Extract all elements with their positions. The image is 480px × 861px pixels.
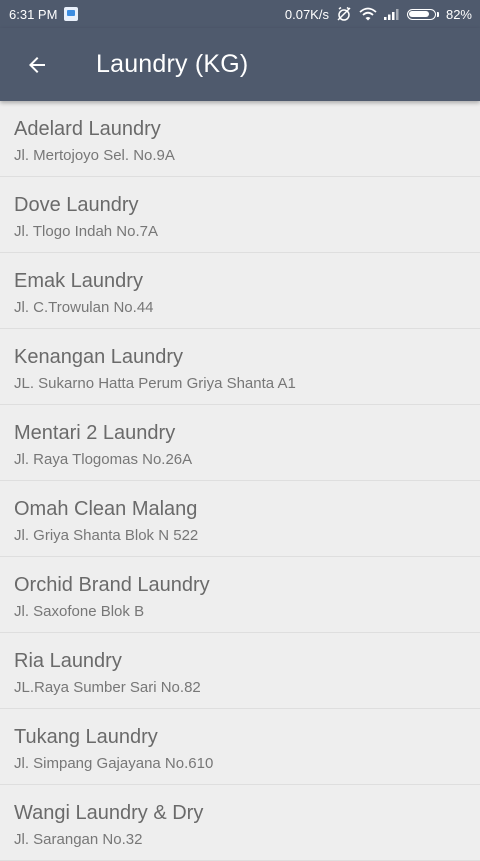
battery-icon	[406, 8, 439, 20]
status-time: 6:31 PM	[9, 6, 58, 22]
laundry-address: Jl. Sarangan No.32	[14, 831, 143, 848]
list-item[interactable]: Adelard Laundry Jl. Mertojoyo Sel. No.9A	[0, 101, 480, 177]
laundry-name: Kenangan Laundry	[14, 346, 184, 368]
laundry-name: Dove Laundry	[14, 194, 139, 216]
laundry-name: Omah Clean Malang	[14, 498, 198, 520]
laundry-address: Jl. C.Trowulan No.44	[14, 299, 154, 316]
laundry-name: Wangi Laundry & Dry	[14, 802, 204, 824]
list-item[interactable]: Mentari 2 Laundry Jl. Raya Tlogomas No.26…	[0, 405, 480, 481]
list-item[interactable]: Omah Clean Malang Jl. Griya Shanta Blok N…	[0, 481, 480, 557]
battery-tip	[436, 11, 439, 17]
battery-body	[406, 8, 436, 20]
laundry-name: Adelard Laundry	[14, 118, 161, 140]
laundry-address: JL. Sukarno Hatta Perum Griya Shanta A1	[14, 375, 296, 392]
laundry-name: Ria Laundry	[14, 650, 122, 672]
status-left: 6:31 PM	[9, 6, 79, 22]
battery-percent: 82%	[445, 6, 472, 22]
laundry-name: Emak Laundry	[14, 270, 143, 292]
app-bar: Laundry (KG)	[0, 28, 480, 101]
laundry-name: Orchid Brand Laundry	[14, 574, 210, 596]
laundry-address: Jl. Tlogo Indah No.7A	[14, 223, 158, 240]
list-item[interactable]: Kenangan Laundry JL. Sukarno Hatta Perum …	[0, 329, 480, 405]
laundry-name: Tukang Laundry	[14, 726, 158, 748]
list-item[interactable]: Ria Laundry JL.Raya Sumber Sari No.82	[0, 633, 480, 709]
arrow-back-icon	[29, 56, 45, 73]
list-item[interactable]: Wangi Laundry & Dry Jl. Sarangan No.32	[0, 785, 480, 861]
list-item[interactable]: Tukang Laundry Jl. Simpang Gajayana No.61…	[0, 709, 480, 785]
laundry-name: Mentari 2 Laundry	[14, 422, 176, 444]
notification-icon	[64, 7, 79, 21]
status-bar: 6:31 PM 0.07K/s 82%	[0, 0, 480, 28]
signal-icon	[383, 9, 399, 20]
list-item[interactable]: Orchid Brand Laundry Jl. Saxofone Blok B	[0, 557, 480, 633]
laundry-list: Adelard Laundry Jl. Mertojoyo Sel. No.9A D…	[0, 101, 480, 861]
list-item[interactable]: Emak Laundry Jl. C.Trowulan No.44	[0, 253, 480, 329]
laundry-address: Jl. Simpang Gajayana No.610	[14, 755, 214, 772]
laundry-address: Jl. Griya Shanta Blok N 522	[14, 527, 199, 544]
alarm-off-icon	[337, 6, 351, 21]
battery-fill	[409, 11, 430, 17]
laundry-address: JL.Raya Sumber Sari No.82	[14, 679, 201, 696]
network-speed: 0.07K/s	[284, 6, 329, 22]
back-button[interactable]	[9, 37, 65, 93]
laundry-address: Jl. Saxofone Blok B	[14, 603, 145, 620]
status-right: 0.07K/s 82%	[285, 6, 472, 22]
wifi-icon	[359, 7, 377, 21]
laundry-address: Jl. Mertojoyo Sel. No.9A	[14, 147, 175, 164]
list-item[interactable]: Dove Laundry Jl. Tlogo Indah No.7A	[0, 177, 480, 253]
page-title: Laundry (KG)	[96, 50, 249, 78]
laundry-address: Jl. Raya Tlogomas No.26A	[14, 451, 193, 468]
